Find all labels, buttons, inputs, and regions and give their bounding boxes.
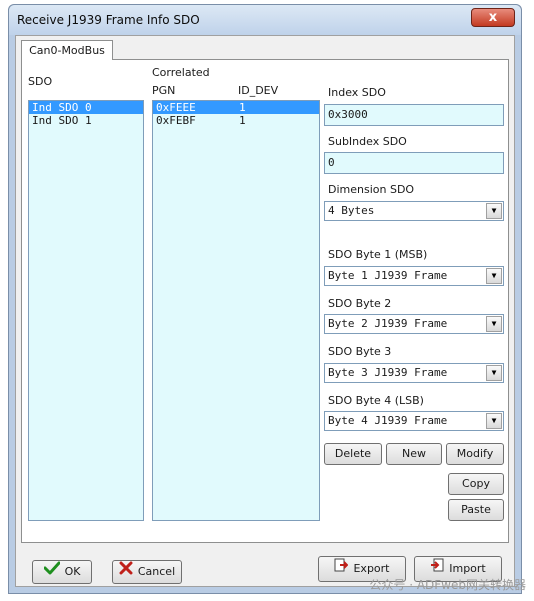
delete-button[interactable]: Delete [324, 443, 382, 465]
new-button[interactable]: New [386, 443, 442, 465]
sdo-byte-2-select[interactable]: Byte 2 J1939 Frame ▼ [324, 314, 504, 334]
title-bar[interactable]: Receive J1939 Frame Info SDO x [9, 5, 521, 35]
chevron-down-icon[interactable]: ▼ [486, 316, 502, 332]
import-button-label: Import [449, 562, 486, 575]
sdo-listbox[interactable]: Ind SDO 0 Ind SDO 1 [28, 100, 144, 521]
chevron-down-icon[interactable]: ▼ [486, 203, 502, 219]
dialog-window: Receive J1939 Frame Info SDO x Can0-ModB… [8, 4, 522, 594]
list-item[interactable]: Ind SDO 1 [29, 114, 143, 127]
window-title: Receive J1939 Frame Info SDO [17, 13, 200, 27]
index-sdo-input[interactable]: 0x3000 [324, 104, 504, 126]
copy-button[interactable]: Copy [448, 473, 504, 495]
subindex-sdo-input[interactable]: 0 [324, 152, 504, 174]
table-row[interactable]: 0xFEBF 1 [153, 114, 319, 127]
sdo-byte-2-value: Byte 2 J1939 Frame [328, 317, 448, 330]
chevron-down-icon[interactable]: ▼ [486, 365, 502, 381]
export-icon [334, 557, 349, 581]
dimension-sdo-value: 4 Bytes [328, 204, 375, 217]
correlated-label: Correlated [152, 66, 210, 79]
sdo-byte-1-label: SDO Byte 1 (MSB) [328, 248, 428, 261]
id-dev-column-header: ID_DEV [238, 84, 279, 97]
export-button-label: Export [353, 562, 390, 575]
sdo-byte-4-label: SDO Byte 4 (LSB) [328, 394, 424, 407]
ok-button-label: OK [64, 565, 81, 578]
id-dev-cell: 1 [239, 101, 246, 114]
modify-button[interactable]: Modify [446, 443, 504, 465]
watermark-text: 公众号 · ADFweb网关转换器 [369, 578, 526, 592]
sdo-byte-4-select[interactable]: Byte 4 J1939 Frame ▼ [324, 411, 504, 431]
sdo-byte-3-value: Byte 3 J1939 Frame [328, 366, 448, 379]
chevron-down-icon[interactable]: ▼ [486, 413, 502, 429]
dimension-sdo-select[interactable]: 4 Bytes ▼ [324, 201, 504, 221]
dialog-client-area: Can0-ModBus SDO Ind SDO 0 Ind SDO 1 Corr… [15, 35, 515, 587]
sdo-byte-4-value: Byte 4 J1939 Frame [328, 414, 448, 427]
id-dev-cell: 1 [239, 114, 246, 127]
cancel-button[interactable]: Cancel [112, 560, 182, 584]
paste-button[interactable]: Paste [448, 499, 504, 521]
checkmark-icon [43, 561, 61, 583]
dimension-sdo-label: Dimension SDO [328, 183, 415, 196]
pgn-cell: 0xFEBF [156, 114, 196, 127]
sdo-byte-3-label: SDO Byte 3 [328, 345, 392, 358]
cancel-button-label: Cancel [137, 565, 176, 578]
close-button[interactable]: x [471, 8, 515, 27]
sdo-label: SDO [28, 75, 53, 88]
table-row[interactable]: 0xFEEE 1 [153, 101, 319, 114]
tab-can0-modbus[interactable]: Can0-ModBus [21, 40, 113, 60]
sdo-byte-1-select[interactable]: Byte 1 J1939 Frame ▼ [324, 266, 504, 286]
correlated-listbox[interactable]: 0xFEEE 1 0xFEBF 1 [152, 100, 320, 521]
chevron-down-icon[interactable]: ▼ [486, 268, 502, 284]
sdo-byte-1-value: Byte 1 J1939 Frame [328, 269, 448, 282]
pgn-cell: 0xFEEE [156, 101, 196, 114]
index-sdo-label: Index SDO [328, 86, 386, 99]
sdo-byte-3-select[interactable]: Byte 3 J1939 Frame ▼ [324, 363, 504, 383]
pgn-column-header: PGN [152, 84, 176, 97]
tab-panel: SDO Ind SDO 0 Ind SDO 1 Correlated PGN I… [21, 59, 509, 543]
list-item[interactable]: Ind SDO 0 [29, 101, 143, 114]
ok-button[interactable]: OK [32, 560, 92, 584]
sdo-byte-2-label: SDO Byte 2 [328, 297, 392, 310]
cross-icon [119, 561, 133, 583]
subindex-sdo-label: SubIndex SDO [328, 135, 407, 148]
